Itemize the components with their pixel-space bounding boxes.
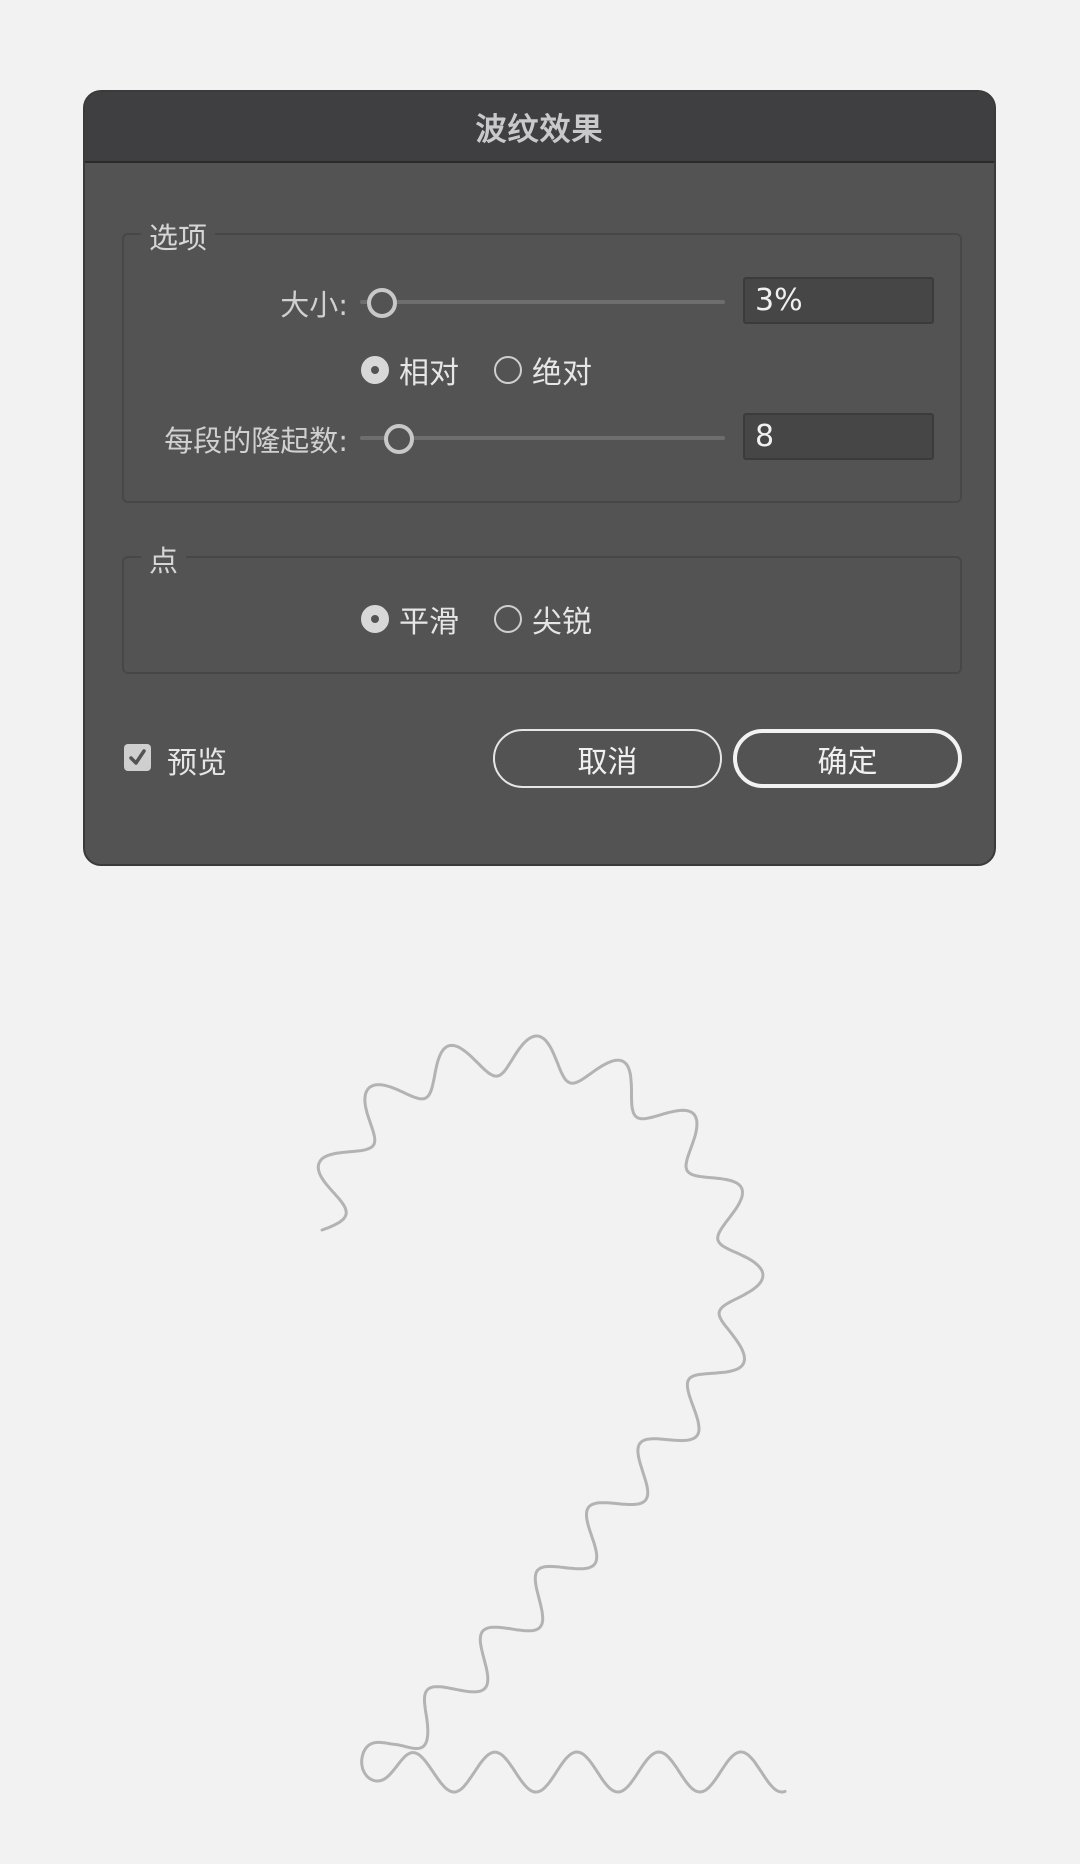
size-input[interactable]: 3% (743, 277, 934, 324)
radio-corner[interactable]: 尖锐 (494, 597, 592, 641)
ridges-label: 每段的隆起数: (164, 424, 348, 458)
radio-smooth-dot (361, 605, 389, 633)
radio-relative-label: 相对 (399, 356, 459, 391)
preview-label[interactable]: 预览 (167, 738, 227, 782)
radio-corner-dot (494, 605, 522, 633)
points-group-label: 点 (141, 538, 187, 580)
dialog-titlebar[interactable]: 波纹效果 (85, 92, 994, 163)
ripple-effect-dialog: 波纹效果 选项 大小: 3% 相对 绝对 每段的隆起数: 8 点 平滑 尖锐 预… (83, 90, 996, 866)
radio-absolute-label: 绝对 (532, 356, 592, 391)
dialog-title: 波纹效果 (475, 112, 604, 148)
ok-button[interactable]: 确定 (733, 729, 962, 788)
radio-absolute-dot (494, 356, 522, 384)
checkmark-icon (129, 749, 146, 765)
ridges-slider-track[interactable] (360, 436, 725, 440)
radio-smooth-label: 平滑 (399, 605, 459, 640)
ridges-slider-thumb[interactable] (384, 424, 414, 454)
size-slider-track[interactable] (360, 300, 725, 304)
ripple-path[interactable] (316, 1034, 787, 1794)
options-group-label: 选项 (141, 215, 216, 257)
radio-corner-label: 尖锐 (532, 605, 592, 640)
size-slider-thumb[interactable] (367, 288, 397, 318)
radio-smooth[interactable]: 平滑 (361, 597, 459, 641)
radio-relative-dot (361, 356, 389, 384)
ridges-input[interactable]: 8 (743, 413, 934, 460)
radio-absolute[interactable]: 绝对 (494, 348, 592, 392)
cancel-button[interactable]: 取消 (493, 729, 722, 788)
radio-relative[interactable]: 相对 (361, 348, 459, 392)
preview-checkbox[interactable] (124, 744, 151, 771)
size-label: 大小: (280, 288, 348, 322)
